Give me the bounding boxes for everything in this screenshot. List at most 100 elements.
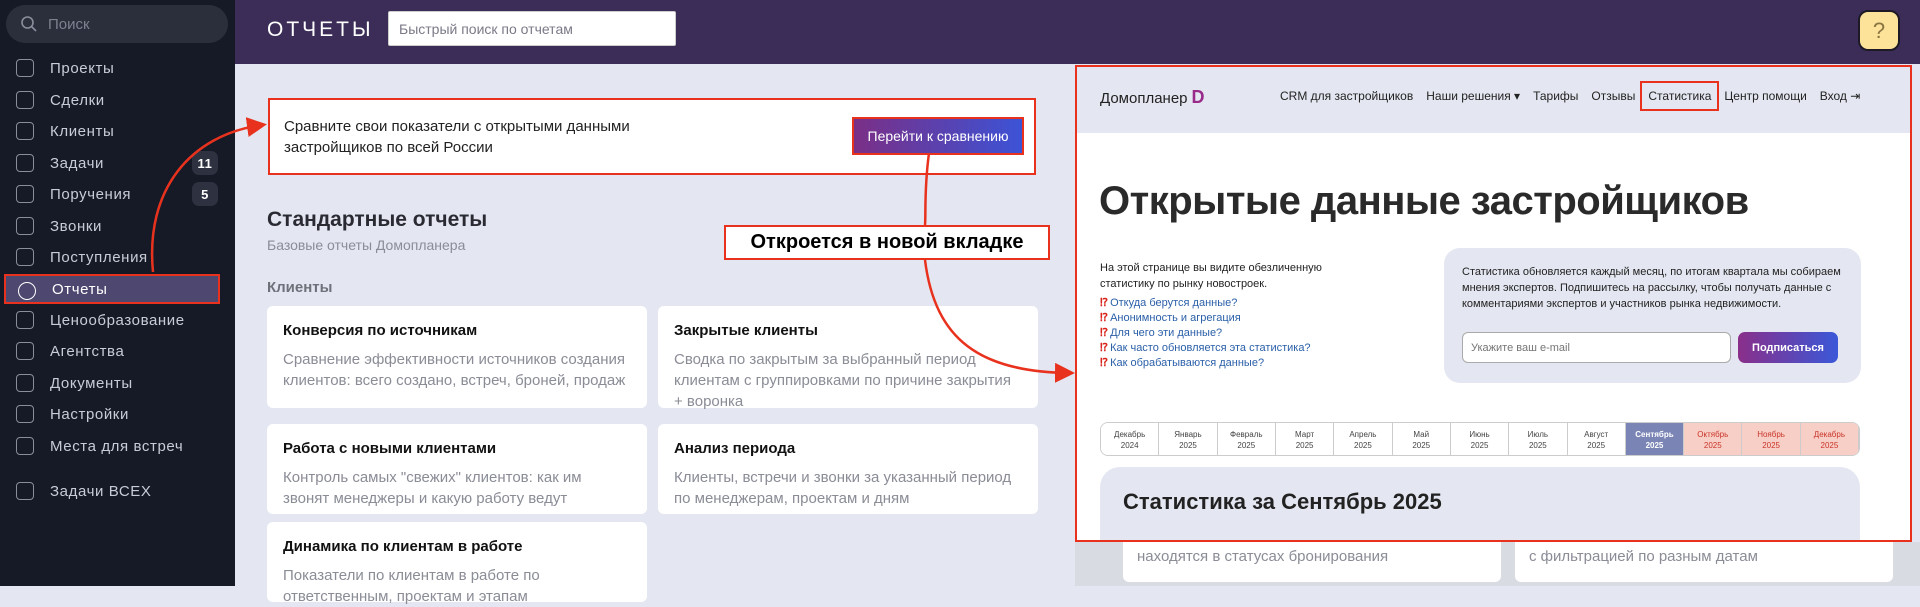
stats-title: Статистика за Сентябрь 2025 xyxy=(1123,489,1442,514)
month-tab[interactable]: Август 2025 xyxy=(1567,423,1626,455)
logo[interactable]: Домопланер D xyxy=(1100,87,1205,108)
month-selector: Декабрь 2024 Январь 2025 Февраль 2025 Март 2025… xyxy=(1100,422,1860,456)
sidebar-item-1[interactable]: Сделки xyxy=(4,85,220,115)
sidebar-item-3[interactable]: Задачи 11 xyxy=(4,148,220,178)
report-card-title: Динамика по клиентам в работе xyxy=(283,538,523,555)
compare-banner: Сравните свои показатели с открытыми дан… xyxy=(268,98,1036,175)
background-card: с фильтрацией по разным датам xyxy=(1515,542,1893,582)
sidebar-item-label: Настройки xyxy=(50,405,129,423)
reports-icon xyxy=(18,282,36,300)
external-heading: Открытые данные застройщиков xyxy=(1099,179,1749,223)
external-nav-item[interactable]: Наши решения ▾ xyxy=(1426,89,1520,103)
sidebar-search-placeholder: Поиск xyxy=(48,15,90,33)
report-card[interactable]: Анализ периода Клиенты, встречи и звонки… xyxy=(658,424,1038,514)
calls-icon xyxy=(16,217,34,235)
sidebar-item-label: Ценообразование xyxy=(50,311,185,329)
faq-link[interactable]: Анонимность и агрегация xyxy=(1100,311,1330,326)
subscribe-box: Статистика обновляется каждый месяц, по … xyxy=(1444,248,1861,383)
month-tab[interactable]: Июль 2025 xyxy=(1509,423,1568,455)
month-tab[interactable]: Ноябрь 2025 xyxy=(1742,423,1801,455)
intro-block: На этой странице вы видите обезличенную … xyxy=(1100,260,1330,371)
external-navbar: Домопланер D CRM для застройщиков Наши реш… xyxy=(1077,67,1910,133)
sidebar-item-13[interactable]: Задачи ВСЕХ xyxy=(4,476,220,506)
meeting-places-icon xyxy=(16,437,34,455)
reports-search-input[interactable] xyxy=(388,11,676,46)
help-button[interactable]: ? xyxy=(1858,10,1900,51)
documents-icon xyxy=(16,374,34,392)
subscribe-text: Статистика обновляется каждый месяц, по … xyxy=(1462,266,1841,310)
sidebar-item-4[interactable]: Поручения 5 xyxy=(4,179,220,209)
report-card[interactable]: Динамика по клиентам в работе Показатели… xyxy=(267,522,647,605)
month-tab[interactable]: Март 2025 xyxy=(1275,423,1335,455)
background-card: находятся в статусах бронирования xyxy=(1123,542,1501,582)
month-tab[interactable]: Февраль 2025 xyxy=(1217,423,1276,455)
report-card-desc: Контроль самых "свежих" клиентов: как им… xyxy=(283,469,582,507)
sidebar-item-label: Документы xyxy=(50,374,133,392)
faq-link[interactable]: Откуда берутся данные? xyxy=(1100,296,1330,311)
sidebar-item-label: Задачи xyxy=(50,154,104,172)
subscribe-button[interactable]: Подписаться xyxy=(1738,332,1838,363)
intro-text: На этой странице вы видите обезличенную … xyxy=(1100,262,1322,290)
agencies-icon xyxy=(16,342,34,360)
email-input[interactable] xyxy=(1462,332,1731,363)
go-to-comparison-button[interactable]: Перейти к сравнению xyxy=(852,117,1024,155)
sidebar-search[interactable]: Поиск xyxy=(6,5,228,43)
sidebar-item-label: Проекты xyxy=(50,59,115,77)
sidebar-item-10[interactable]: Документы xyxy=(4,368,220,398)
faq-link[interactable]: Как часто обновляется эта статистика? xyxy=(1100,341,1330,356)
month-tab[interactable]: Декабрь 2024 xyxy=(1101,423,1160,455)
external-nav-item[interactable]: Статистика xyxy=(1640,81,1720,111)
sidebar-item-0[interactable]: Проекты xyxy=(4,53,220,83)
group-label: Клиенты xyxy=(267,279,333,296)
sidebar-item-label: Отчеты xyxy=(52,280,108,298)
sidebar-item-7[interactable]: Отчеты xyxy=(4,274,220,304)
external-nav-item[interactable]: Центр помощи xyxy=(1724,89,1806,103)
faq-link[interactable]: Для чего эти данные? xyxy=(1100,326,1330,341)
projects-icon xyxy=(16,59,34,77)
month-tab[interactable]: Апрель 2025 xyxy=(1334,423,1393,455)
all-tasks-icon xyxy=(16,482,34,500)
external-nav-item[interactable]: Вход ⇥ xyxy=(1820,89,1861,103)
assignments-icon xyxy=(16,185,34,203)
report-card[interactable]: Конверсия по источникам Сравнение эффект… xyxy=(267,306,647,408)
sidebar-item-9[interactable]: Агентства xyxy=(4,336,220,366)
report-card-title: Конверсия по источникам xyxy=(283,322,478,339)
report-card-desc: Сводка по закрытым за выбранный период к… xyxy=(674,351,1011,410)
stats-section: Статистика за Сентябрь 2025 xyxy=(1100,467,1860,540)
month-tab[interactable]: Октябрь 2025 xyxy=(1684,423,1743,455)
faq-link[interactable]: Как обрабатываются данные? xyxy=(1100,356,1330,371)
report-card[interactable]: Закрытые клиенты Сводка по закрытым за в… xyxy=(658,306,1038,410)
sidebar-item-12[interactable]: Места для встреч xyxy=(4,431,220,461)
search-icon xyxy=(21,16,37,32)
month-tab[interactable]: Январь 2025 xyxy=(1159,423,1218,455)
external-nav-item[interactable]: Тарифы xyxy=(1533,89,1578,103)
top-header: ОТЧЕТЫ ? xyxy=(235,0,1920,64)
month-tab[interactable]: Май 2025 xyxy=(1392,423,1451,455)
annotation-label: Откроется в новой вкладке xyxy=(724,225,1050,260)
count-badge: 11 xyxy=(192,151,218,175)
sidebar-item-6[interactable]: Поступления xyxy=(4,242,220,272)
sidebar-item-2[interactable]: Клиенты xyxy=(4,116,220,146)
deals-icon xyxy=(16,91,34,109)
external-nav-item[interactable]: Отзывы xyxy=(1591,89,1635,103)
sidebar: Поиск Проекты Сделки Клиенты Задачи 11 П… xyxy=(0,0,235,586)
external-page-preview: Домопланер D CRM для застройщиков Наши реш… xyxy=(1075,65,1912,542)
month-tab[interactable]: Сентябрь 2025 xyxy=(1625,423,1685,455)
sidebar-item-5[interactable]: Звонки xyxy=(4,211,220,241)
month-tab[interactable]: Декабрь 2025 xyxy=(1800,423,1859,455)
report-card-title: Закрытые клиенты xyxy=(674,322,818,339)
sidebar-item-label: Задачи ВСЕХ xyxy=(50,482,152,500)
tasks-icon xyxy=(16,154,34,172)
report-card[interactable]: Работа с новыми клиентами Контроль самых… xyxy=(267,424,647,514)
count-badge: 5 xyxy=(192,182,218,206)
banner-text: Сравните свои показатели с открытыми дан… xyxy=(284,118,630,156)
logo-mark: D xyxy=(1191,87,1205,107)
settings-icon xyxy=(16,405,34,423)
section-subtitle: Базовые отчеты Домопланера xyxy=(267,237,466,253)
sidebar-item-11[interactable]: Настройки xyxy=(4,399,220,429)
month-tab[interactable]: Июнь 2025 xyxy=(1450,423,1510,455)
pricing-icon xyxy=(16,311,34,329)
section-title: Стандартные отчеты xyxy=(267,208,488,231)
external-nav-item[interactable]: CRM для застройщиков xyxy=(1280,89,1413,103)
sidebar-item-8[interactable]: Ценообразование xyxy=(4,305,220,335)
